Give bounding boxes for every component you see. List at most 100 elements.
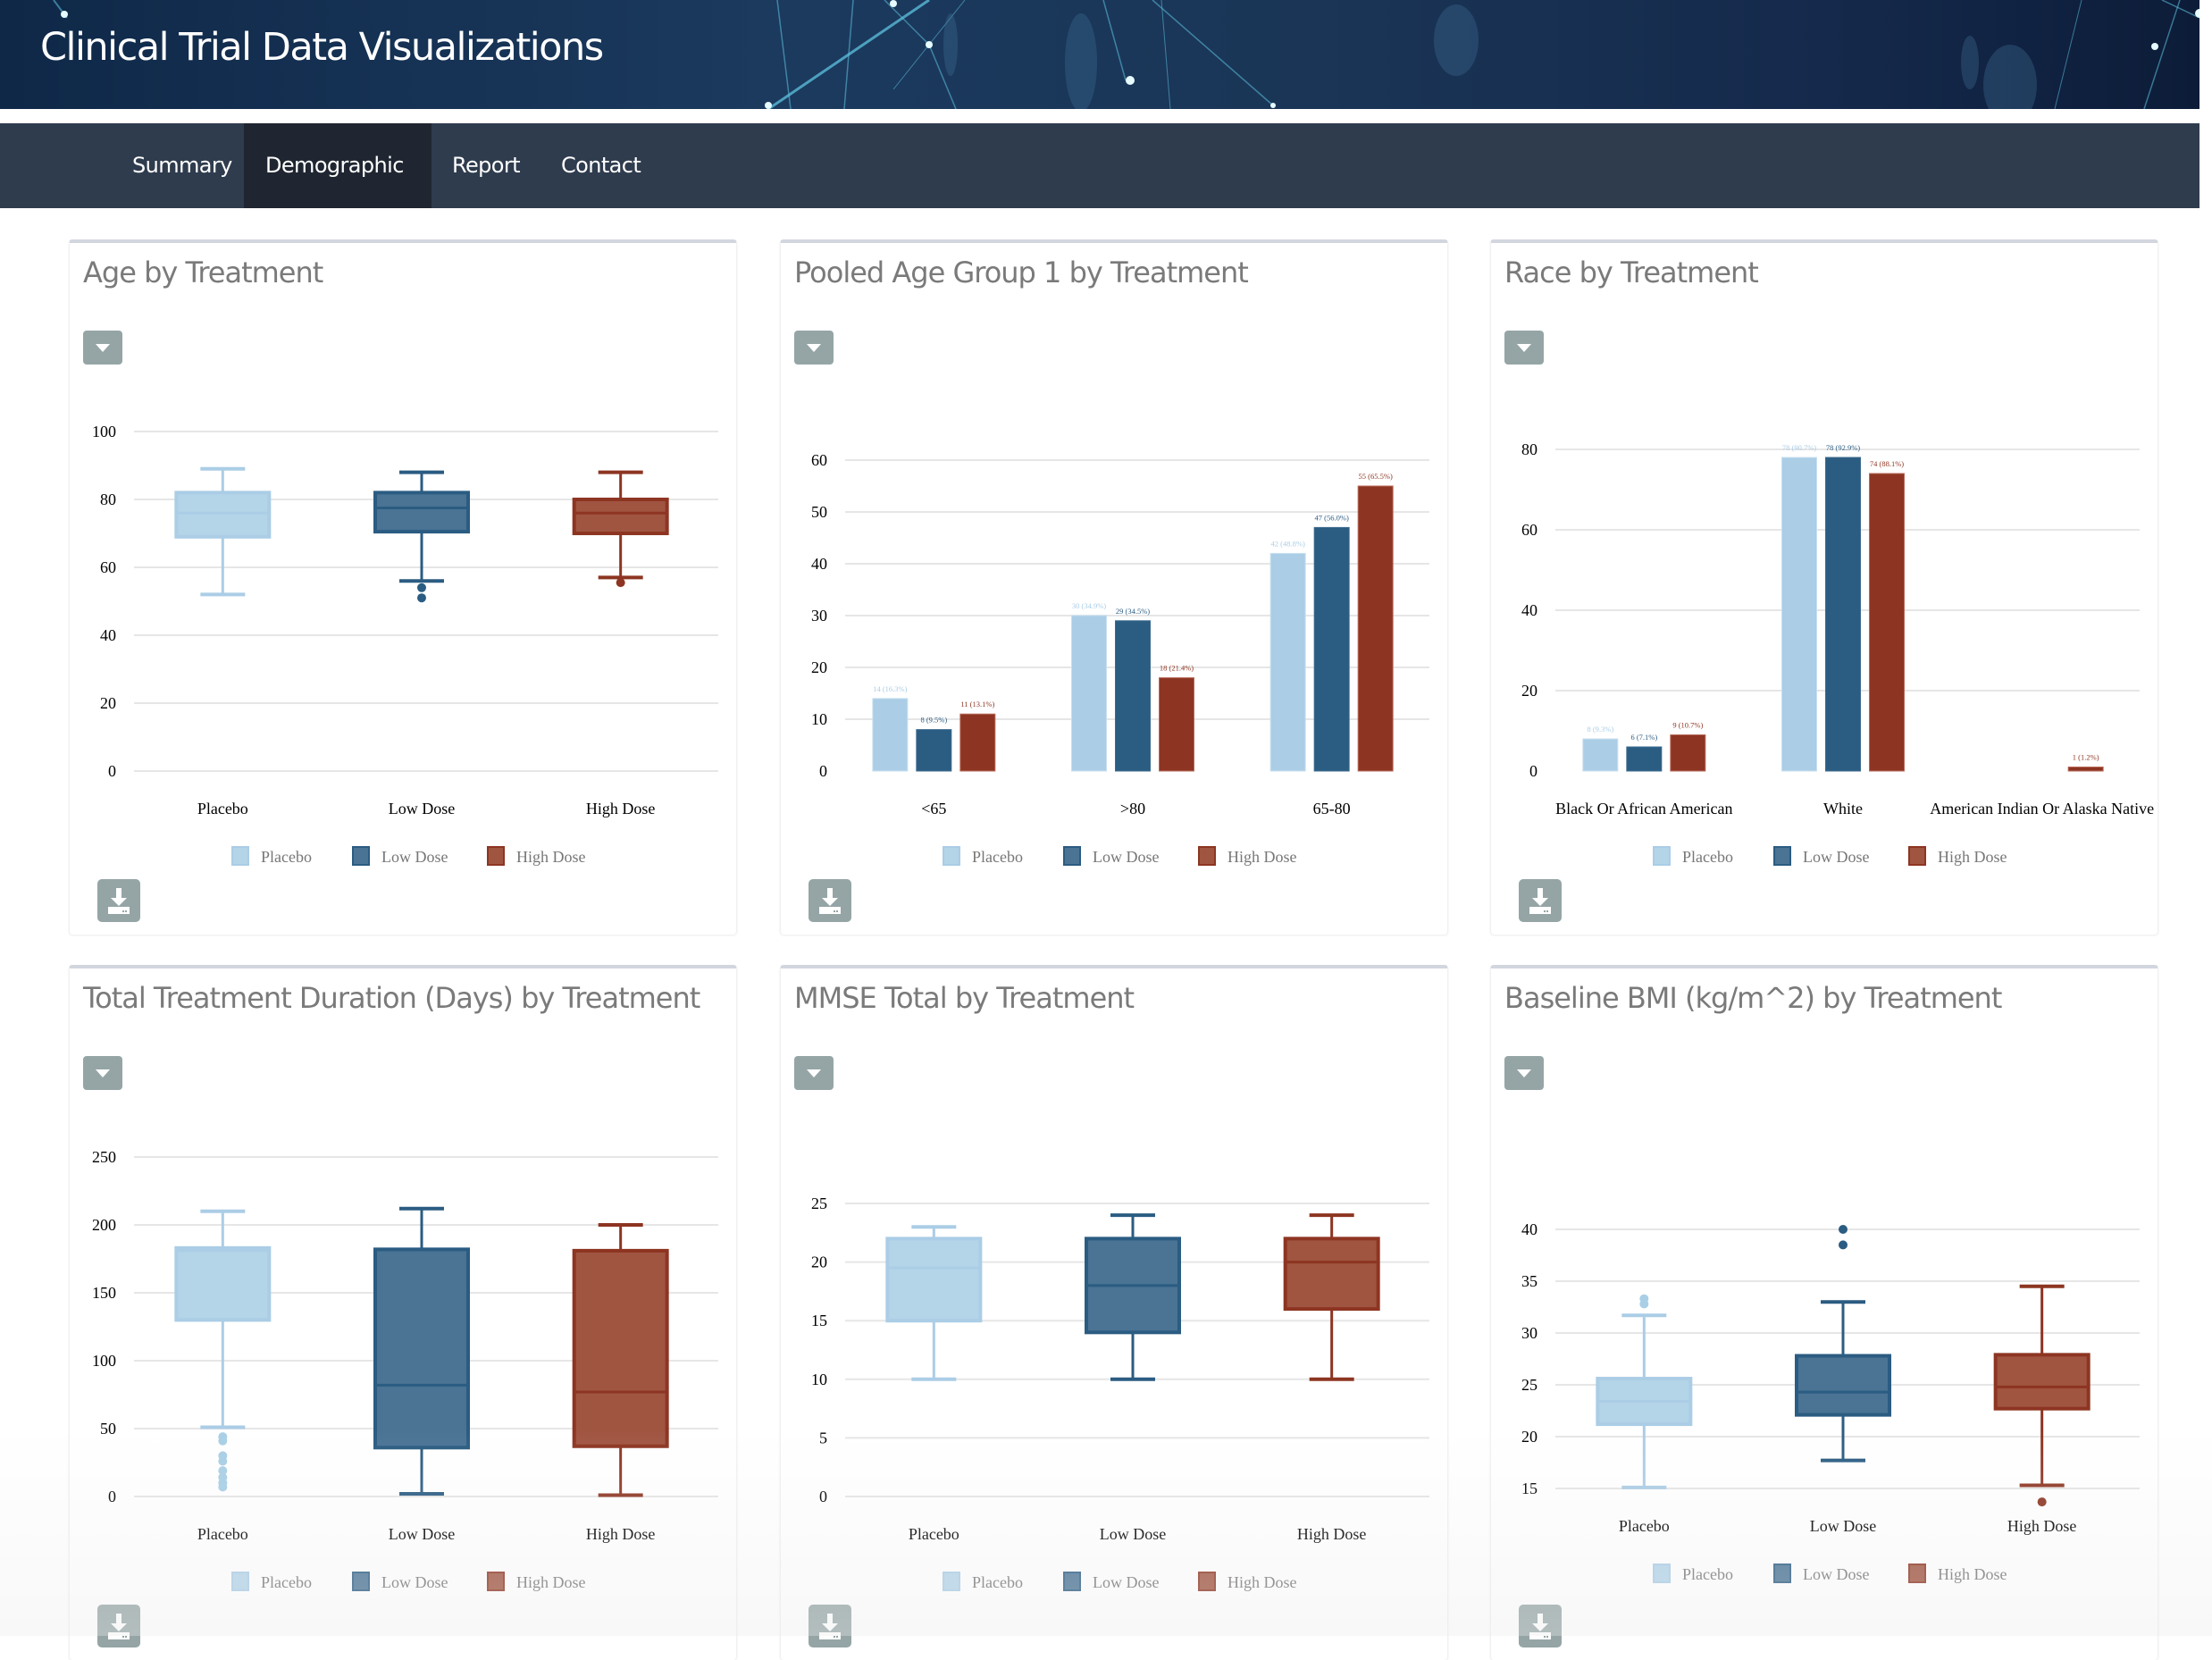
- options-dropdown-button[interactable]: [794, 1056, 834, 1090]
- y-tick-label: 40: [811, 555, 827, 573]
- legend-swatch: [352, 846, 370, 866]
- download-button[interactable]: [1519, 879, 1562, 922]
- nav-demographic-dropdown[interactable]: Demographic: [244, 123, 432, 254]
- y-tick-label: 20: [1521, 1428, 1538, 1446]
- caret-down-icon: [1517, 344, 1531, 352]
- bar-data-label: 9 (10.7%): [1672, 721, 1703, 730]
- box: [1283, 1237, 1380, 1312]
- y-tick-label: 20: [100, 694, 116, 712]
- bar-data-label: 30 (34.9%): [1072, 601, 1106, 610]
- box: [572, 498, 669, 535]
- download-button[interactable]: [1519, 1605, 1562, 1647]
- box: [885, 1237, 983, 1323]
- legend-label: High Dose: [1227, 1573, 1297, 1591]
- bar: [1781, 457, 1817, 772]
- nav-demographic-label: Demographic: [265, 153, 404, 178]
- legend-swatch: [1908, 1564, 1926, 1583]
- y-tick-label: 40: [1521, 601, 1538, 619]
- bar-data-label: 42 (48.8%): [1271, 539, 1305, 548]
- outlier-point: [218, 1436, 228, 1446]
- outlier-point: [1639, 1299, 1649, 1309]
- bar-data-label: 11 (13.1%): [960, 700, 994, 708]
- bar-data-label: 78 (92.9%): [1826, 443, 1860, 452]
- caret-down-icon: [96, 344, 110, 352]
- legend-swatch: [352, 1572, 370, 1591]
- card-title: Age by Treatment: [83, 256, 323, 289]
- legend-swatch: [1653, 1564, 1671, 1583]
- bar-data-label: 6 (7.1%): [1630, 733, 1657, 742]
- chart-card-treatment-duration: Total Treatment Duration (Days) by Treat…: [69, 965, 737, 1660]
- card-title: Race by Treatment: [1504, 256, 1759, 289]
- age-boxplot-chart: 0 20 40 60 80 100 Placebo Low Dose High Dose Plac…: [92, 423, 718, 866]
- x-tick-label: Low Dose: [389, 800, 456, 817]
- card-title: Total Treatment Duration (Days) by Treat…: [83, 981, 700, 1015]
- y-tick-label: 0: [108, 762, 116, 780]
- bar-data-label: 8 (9.3%): [1587, 725, 1613, 734]
- legend-label: High Dose: [1938, 848, 2007, 866]
- legend-label: Low Dose: [381, 1573, 448, 1591]
- legend-label: Placebo: [972, 848, 1023, 866]
- bar: [872, 698, 909, 772]
- legend-swatch: [231, 846, 249, 866]
- nav-report[interactable]: Report: [431, 123, 541, 208]
- y-tick-label: 40: [100, 626, 116, 644]
- legend-swatch: [1198, 1572, 1216, 1591]
- mmse-boxplot-chart: 0 5 10 15 20 25 Placebo Low Dose High Dose Placeb…: [811, 1195, 1429, 1591]
- legend-swatch: [943, 1572, 960, 1591]
- legend-label: Low Dose: [1093, 848, 1160, 866]
- bar: [1357, 485, 1394, 772]
- legend-label: Placebo: [1682, 1565, 1733, 1583]
- options-dropdown-button[interactable]: [1504, 331, 1544, 365]
- x-tick-label: American Indian Or Alaska Native: [1930, 800, 2154, 817]
- outlier-point: [1839, 1225, 1848, 1234]
- legend-label: Low Dose: [381, 848, 448, 866]
- legend-label: Low Dose: [1093, 1573, 1160, 1591]
- y-tick-label: 0: [819, 762, 827, 780]
- download-button[interactable]: [97, 1605, 140, 1647]
- download-button[interactable]: [809, 1605, 851, 1647]
- bar-data-label: 1 (1.2%): [2073, 753, 2099, 762]
- bar: [1670, 734, 1706, 772]
- box: [1993, 1353, 2091, 1411]
- box: [1795, 1354, 1891, 1417]
- bmi-boxplot-chart: 15 20 25 30 35 40 Placebo Low Dose High Dose Plac…: [1521, 1220, 2140, 1583]
- y-tick-label: 80: [100, 490, 116, 508]
- nav-contact[interactable]: Contact: [540, 123, 662, 208]
- app-title: Clinical Trial Data Visualizations: [40, 25, 604, 70]
- options-dropdown-button[interactable]: [83, 1056, 122, 1090]
- x-tick-label: <65: [921, 800, 946, 817]
- options-dropdown-button[interactable]: [794, 331, 834, 365]
- y-tick-label: 80: [1521, 440, 1538, 458]
- bar-data-label: 47 (56.0%): [1315, 513, 1349, 522]
- legend-label: Low Dose: [1803, 848, 1870, 866]
- bar-data-label: 74 (88.1%): [1870, 459, 1904, 468]
- legend-swatch: [1198, 846, 1216, 866]
- nav-summary[interactable]: Summary: [111, 123, 254, 208]
- chart-card-mmse: MMSE Total by Treatment 0 5 10 15 20 25 Placeb…: [780, 965, 1448, 1660]
- download-icon: [1529, 888, 1551, 914]
- chart-card-pooled-age-group: Pooled Age Group 1 by Treatment 0 10 20 30 4…: [780, 239, 1448, 935]
- card-title: MMSE Total by Treatment: [794, 981, 1135, 1015]
- download-icon: [108, 1614, 130, 1639]
- download-icon: [1529, 1614, 1551, 1639]
- y-tick-label: 25: [1521, 1376, 1538, 1394]
- download-button[interactable]: [809, 879, 851, 922]
- legend-swatch: [1773, 1564, 1791, 1583]
- options-dropdown-button[interactable]: [1504, 1056, 1544, 1090]
- bar: [1115, 620, 1151, 772]
- x-tick-label: Low Dose: [1100, 1525, 1167, 1543]
- x-tick-label: High Dose: [2007, 1517, 2077, 1535]
- chart-card-race: Race by Treatment 0 20 40 60 80 Black Or Afri…: [1490, 239, 2158, 935]
- y-tick-label: 30: [1521, 1324, 1538, 1342]
- chart-card-age: Age by Treatment 0 20 40 60 80 100 Placebo Low …: [69, 239, 737, 935]
- outlier-point: [417, 583, 426, 592]
- options-dropdown-button[interactable]: [83, 331, 122, 365]
- legend-swatch: [1653, 846, 1671, 866]
- x-tick-label: Placebo: [909, 1525, 959, 1543]
- bar-data-label: 18 (21.4%): [1160, 664, 1194, 673]
- download-button[interactable]: [97, 879, 140, 922]
- y-tick-label: 25: [811, 1195, 827, 1212]
- x-tick-label: Placebo: [1619, 1517, 1670, 1535]
- y-tick-label: 20: [1521, 682, 1538, 700]
- x-tick-label: >80: [1120, 800, 1145, 817]
